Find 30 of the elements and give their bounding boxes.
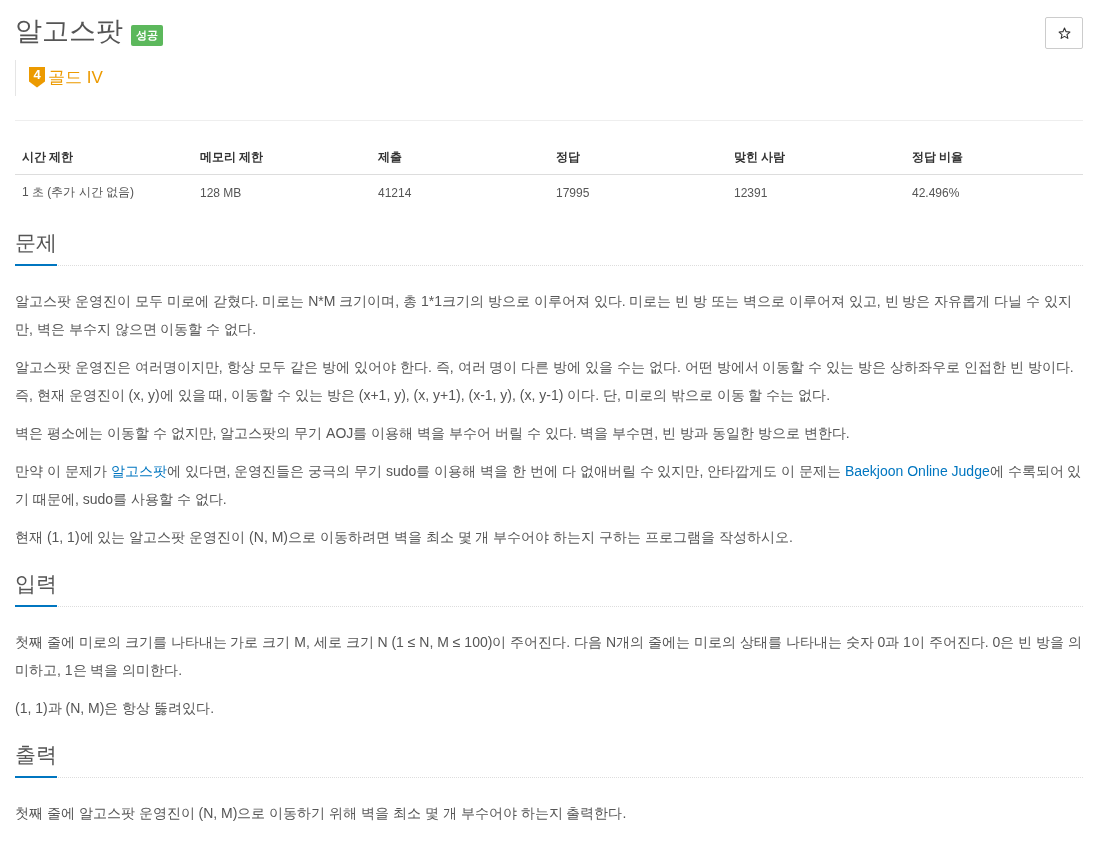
favorite-button[interactable] [1045, 17, 1083, 49]
paragraph: 현재 (1, 1)에 있는 알고스팟 운영진이 (N, M)으로 이동하려면 벽을 최소 몇 개 부수어야 하는지 구하는 프로그램을 작성하시오. [15, 528, 794, 547]
column-header: 시간 제한 [15, 141, 193, 175]
table-cell: 1 초 (추가 시간 없음) [15, 174, 193, 210]
table-cell: 128 MB [193, 174, 371, 210]
table-cell: 17995 [549, 174, 727, 210]
paragraph: 벽은 평소에는 이동할 수 없지만, 알고스팟의 무기 AOJ를 이용해 벽을 부수어 버릴 수 있다. 벽을 부수면, 빈 방과 동일한 방으로 변한다. [15, 424, 851, 443]
table-cell: 42.496% [905, 174, 1083, 210]
result-badge: 성공 [131, 24, 163, 46]
paragraph: 만약 이 문제가 알고스팟에 있다면, 운영진들은 궁극의 무기 sudo를 이용해 벽을 한 번에 다 없애버릴 수 있지만, 안타깝게도 이 문제는 Baekjoon Online Judge에 수록되어 있기 때문에, sudo를 사용할 수 없다. [15, 462, 1083, 509]
link[interactable]: 알고스팟 [110, 463, 167, 479]
section-heading: 입력 [15, 571, 57, 607]
paragraph: (1, 1)과 (N, M)은 항상 뚫려있다. [15, 699, 216, 718]
problem-title: 알고스팟 [15, 15, 123, 48]
column-header: 정답 비율 [905, 141, 1083, 175]
paragraph: 알고스팟 운영진이 모두 미로에 갇혔다. 미로는 N*M 크기이며, 총 1*1크기의 방으로 이루어져 있다. 미로는 빈 방 또는 벽으로 이루어져 있고, 빈 방은 자유롭게 다닐 수 있지만, 벽은 부수지 않으면 이동할 수 없다. [15, 292, 1074, 339]
column-header: 메모리 제한 [193, 141, 371, 175]
tier-badge: 4 [29, 66, 45, 88]
paragraph: 알고스팟 운영진은 여러명이지만, 항상 모두 같은 방에 있어야 한다. 즉, 여러 명이 다른 방에 있을 수는 없다. 어떤 방에서 이동할 수 있는 방은 상하좌우로 인접한 빈 방이다. 즉, 현재 운영진이 (x, y)에 있을 때, 이동할 수 있는 방은 (x+1, y), (x, y+1), (x-1, y), (x, y-1) 이다. 단, 미로의 밖으로 이동 할 수는 없다. [15, 358, 1075, 405]
table-cell: 41214 [371, 174, 549, 210]
paragraph: 첫째 줄에 미로의 크기를 나타내는 가로 크기 M, 세로 크기 N (1 ≤ N, M ≤ 100)이 주어진다. 다음 N개의 줄에는 미로의 상태를 나타내는 숫자 0과 1이 주어진다. 0은 빈 방을 의미하고, 1은 벽을 의미한다. [15, 633, 1083, 680]
column-header: 정답 [549, 141, 727, 175]
table-cell: 12391 [727, 174, 905, 210]
section-heading: 출력 [15, 742, 57, 778]
column-header: 맞힌 사람 [727, 141, 905, 175]
column-header: 제출 [371, 141, 549, 175]
tier-label: 골드 IV [48, 66, 103, 89]
section-heading: 문제 [15, 230, 57, 266]
link[interactable]: Baekjoon Online Judge [844, 463, 990, 479]
paragraph: 첫째 줄에 알고스팟 운영진이 (N, M)으로 이동하기 위해 벽을 최소 몇 개 부수어야 하는지 출력한다. [15, 804, 628, 823]
